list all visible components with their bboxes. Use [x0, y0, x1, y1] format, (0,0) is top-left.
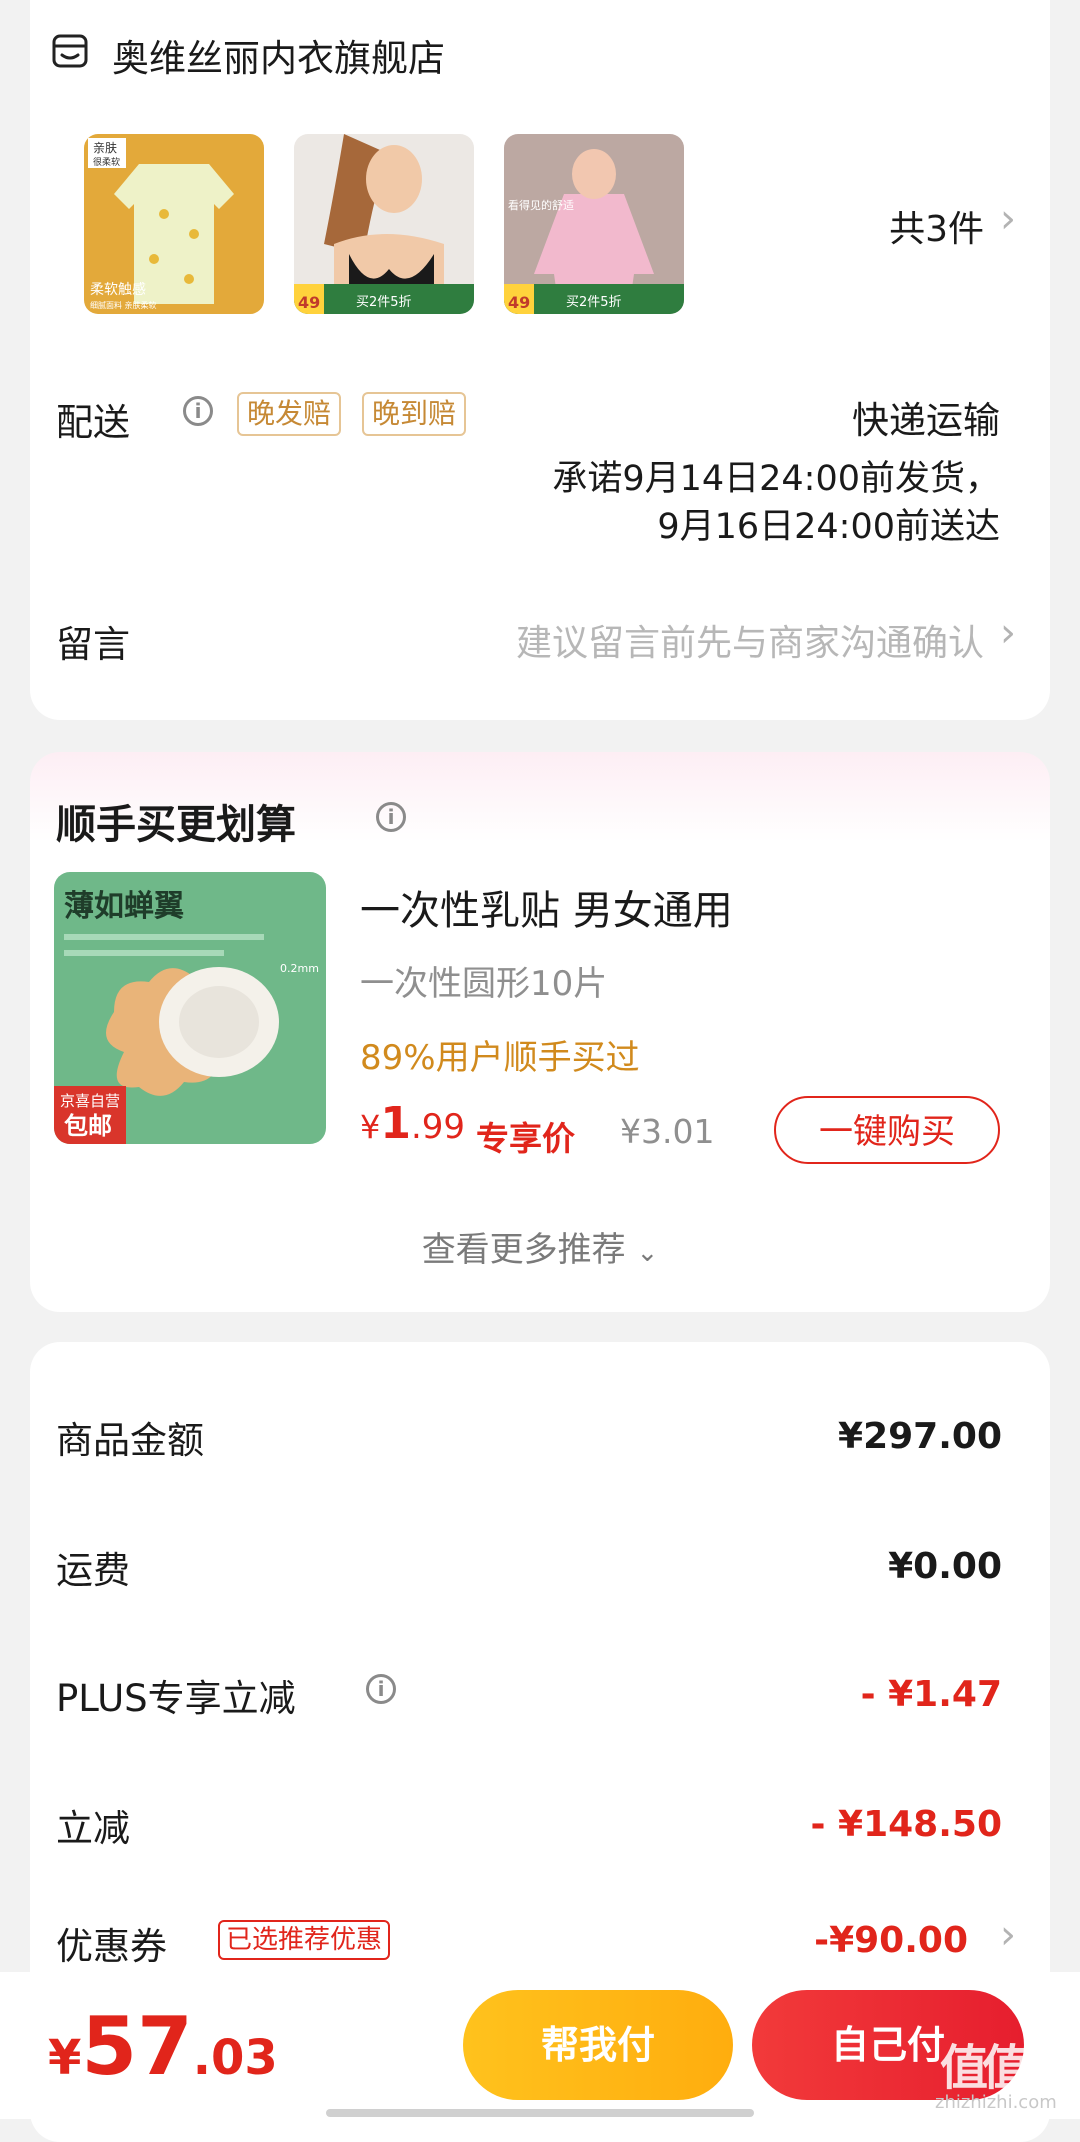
more-recommendations-link[interactable]: 查看更多推荐 ⌄ [0, 1222, 1080, 1271]
thumb3-price-tag: 49 [508, 293, 530, 312]
price-currency: ¥ [360, 1108, 381, 1146]
plus-discount-label: PLUS专享立减 [56, 1677, 296, 1720]
image-thickness: 0.2mm [280, 962, 319, 975]
message-input[interactable]: 建议留言前先与商家沟通确认 [516, 614, 984, 666]
product-thumbnail-1[interactable]: 亲肤 很柔软 柔软触感 细腻面料 亲肤柔软 [84, 134, 264, 314]
total-decimal: .03 [192, 2030, 278, 2086]
store-name[interactable]: 奥维丝丽内衣旗舰店 [112, 28, 445, 82]
product-thumbnail-2[interactable]: 49 买2件5折 [294, 134, 474, 314]
info-icon[interactable]: i [376, 802, 406, 832]
instant-discount-value: - ¥148.50 [810, 1804, 1002, 1845]
late-arrival-tag: 晚到赔 [362, 392, 467, 436]
recommend-product-spec: 一次性圆形10片 [360, 964, 608, 1004]
dispatch-promise: 承诺9月14日24:00前发货， [552, 459, 1000, 499]
thumb2-price-tag: 49 [298, 293, 320, 312]
shipping-method[interactable]: 快递运输 [852, 390, 1000, 444]
delivery-label: 配送 [56, 401, 130, 444]
info-icon[interactable]: i [366, 1674, 396, 1704]
goods-amount-label: 商品金额 [56, 1419, 204, 1462]
total-integer: 57 [81, 2000, 193, 2093]
late-dispatch-tag: 晚发赔 [237, 392, 342, 436]
image-badge-2: 包邮 [64, 1112, 112, 1140]
thumb2-promo: 买2件5折 [356, 295, 412, 310]
goods-amount-value: ¥297.00 [838, 1416, 1002, 1457]
more-recommendations-label: 查看更多推荐 [421, 1230, 626, 1270]
thumb1-badge-top: 亲肤 [93, 140, 117, 155]
recommend-bought-ratio: 89%用户顺手买过 [360, 1038, 640, 1078]
thumb1-badge-sub: 很柔软 [93, 156, 120, 168]
image-badge-1: 京喜自营 [60, 1092, 120, 1110]
recommend-price: ¥1.99 [360, 1098, 465, 1149]
thumb3-headline: 看得见的舒适 [508, 198, 574, 212]
coupon-label: 优惠券 [56, 1925, 167, 1968]
one-click-buy-button[interactable]: 一键购买 [774, 1096, 1000, 1164]
recommend-product-name[interactable]: 一次性乳贴 男女通用 [360, 878, 733, 936]
total-price: ¥57.03 [48, 2000, 278, 2093]
watermark-url: zhizhizhi.com [935, 2092, 1057, 2113]
thumb1-subcaption: 细腻面料 亲肤柔软 [90, 300, 157, 310]
shipping-fee-value: ¥0.00 [888, 1546, 1002, 1587]
chevron-right-icon[interactable]: › [1000, 1912, 1016, 1958]
thumb3-promo: 买2件5折 [566, 295, 622, 310]
recommend-product-image[interactable]: 薄如蝉翼 0.2mm 京喜自营 包邮 [54, 872, 326, 1144]
product-thumbnail-3[interactable]: 看得见的舒适 49 买2件5折 [504, 134, 684, 314]
recommend-title: 顺手买更划算 [56, 802, 296, 848]
total-currency: ¥ [48, 2030, 82, 2086]
exclusive-price-label: 专享价 [476, 1119, 575, 1158]
message-label: 留言 [56, 623, 130, 666]
item-count: 共3件 [889, 209, 984, 250]
image-title: 薄如蝉翼 [64, 889, 184, 924]
price-decimal: .99 [410, 1107, 466, 1147]
help-me-pay-button[interactable]: 帮我付 [463, 1990, 733, 2100]
item-count-link[interactable]: 共3件 [889, 200, 984, 252]
instant-discount-label: 立减 [56, 1807, 130, 1850]
chevron-right-icon[interactable]: › [1000, 196, 1016, 242]
watermark-logo: 值值值 [940, 2040, 1072, 2096]
chevron-down-icon: ⌄ [636, 1238, 659, 1268]
thumb1-caption: 柔软触感 [90, 281, 146, 298]
chevron-right-icon[interactable]: › [1000, 610, 1016, 656]
coupon-selected-tag: 已选推荐优惠 [218, 1920, 391, 1960]
store-icon [52, 34, 88, 68]
original-price: ¥3.01 [620, 1112, 715, 1151]
plus-discount-value: - ¥1.47 [860, 1674, 1002, 1715]
home-indicator[interactable] [326, 2109, 754, 2117]
info-icon[interactable]: i [183, 396, 213, 426]
shipping-fee-label: 运费 [56, 1549, 130, 1592]
store-order-card [30, 0, 1050, 720]
coupon-value[interactable]: -¥90.00 [814, 1920, 968, 1961]
delivery-promise: 9月16日24:00前送达 [657, 507, 1000, 547]
price-integer: 1 [380, 1098, 411, 1149]
